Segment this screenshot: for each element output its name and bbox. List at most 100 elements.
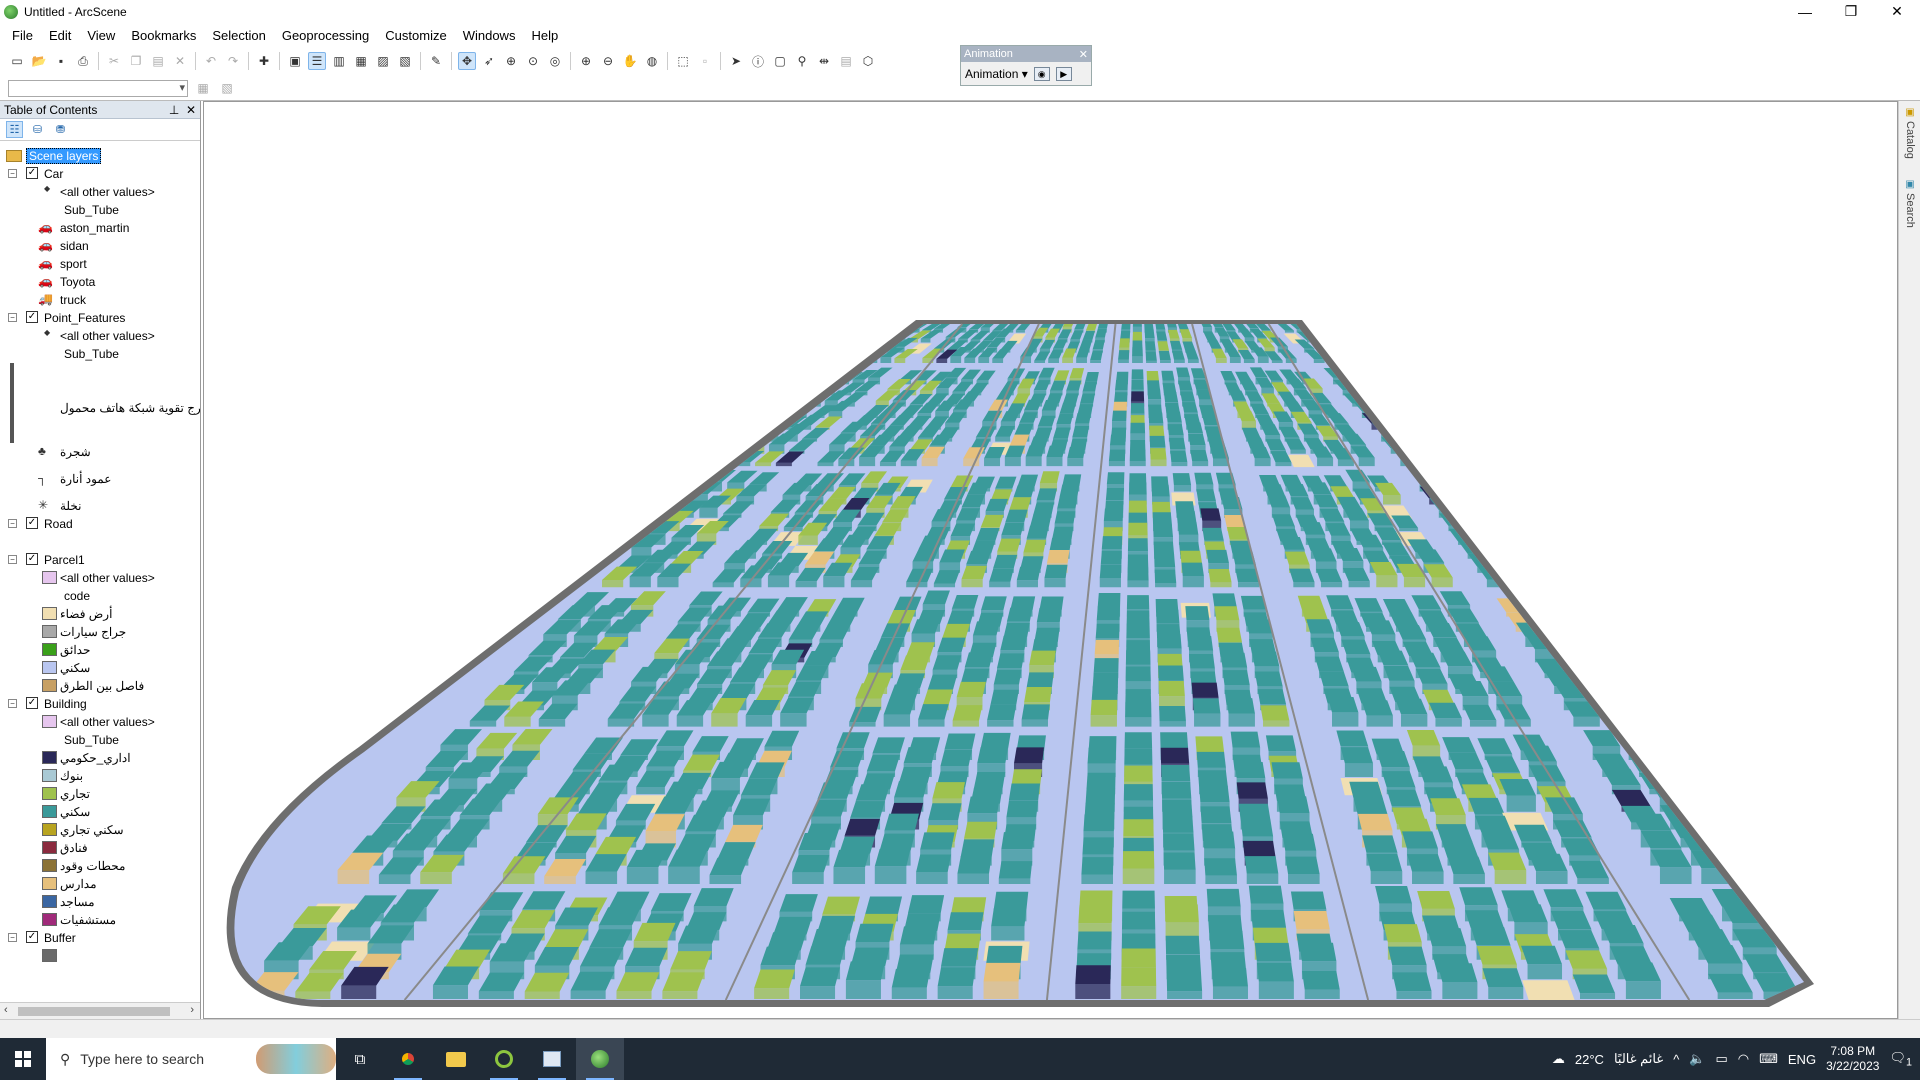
language-indicator[interactable]: ENG bbox=[1788, 1052, 1816, 1067]
legend-label[interactable]: جراج سيارات bbox=[60, 623, 126, 640]
toc-close-icon[interactable]: ✕ bbox=[186, 103, 196, 117]
scene-properties-icon[interactable]: ▣ bbox=[286, 52, 304, 70]
task-view-icon[interactable]: ⧉ bbox=[336, 1038, 384, 1080]
copy-icon[interactable]: ❐ bbox=[127, 52, 145, 70]
menu-file[interactable]: File bbox=[4, 28, 41, 43]
legend-label[interactable]: سكني bbox=[60, 659, 90, 676]
minimize-button[interactable]: — bbox=[1782, 0, 1828, 23]
legend-label[interactable]: <all other values> bbox=[60, 183, 155, 200]
legend-label[interactable]: أرض فضاء bbox=[60, 605, 112, 622]
legend-swatch[interactable] bbox=[42, 769, 57, 782]
legend-swatch[interactable] bbox=[42, 661, 57, 674]
show-hidden-icons-icon[interactable]: ^ bbox=[1673, 1052, 1679, 1067]
html-popup-icon[interactable]: ▢ bbox=[771, 52, 789, 70]
scroll-left-icon[interactable]: ‹ bbox=[4, 1004, 8, 1016]
menu-customize[interactable]: Customize bbox=[377, 28, 454, 43]
open-folder-icon[interactable]: 📂 bbox=[30, 52, 48, 70]
legend-label[interactable]: محطات وقود bbox=[60, 857, 125, 874]
legend-label[interactable]: مستشفيات bbox=[60, 911, 116, 928]
legend-label[interactable]: اداري_حكومي bbox=[60, 749, 131, 766]
menu-selection[interactable]: Selection bbox=[204, 28, 273, 43]
legend-swatch[interactable] bbox=[42, 841, 57, 854]
volume-icon[interactable]: 🔈 bbox=[1689, 1051, 1705, 1067]
arcscene-taskbar-icon[interactable] bbox=[576, 1038, 624, 1080]
legend-swatch[interactable] bbox=[42, 805, 57, 818]
find-icon[interactable]: ⚲ bbox=[793, 52, 811, 70]
legend-swatch[interactable] bbox=[42, 823, 57, 836]
arcmap-icon[interactable] bbox=[528, 1038, 576, 1080]
legend-swatch[interactable] bbox=[42, 859, 57, 872]
legend-label[interactable]: سكني تجاري bbox=[60, 821, 124, 838]
set-observer-icon[interactable]: ◎ bbox=[546, 52, 564, 70]
legend-label[interactable]: truck bbox=[60, 291, 86, 308]
toc-horizontal-scrollbar[interactable]: ‹ › bbox=[0, 1002, 200, 1019]
list-by-visibility-icon[interactable]: ⛃ bbox=[52, 121, 69, 138]
pin-icon[interactable]: ⊥ bbox=[169, 103, 179, 117]
zoom-to-target-icon[interactable]: ⊙ bbox=[524, 52, 542, 70]
target-center-icon[interactable]: ⊕ bbox=[502, 52, 520, 70]
legend-label[interactable]: فاصل بين الطرق bbox=[60, 677, 144, 694]
wifi-icon[interactable]: ◠ bbox=[1738, 1051, 1749, 1067]
weather-temp[interactable]: 22°C bbox=[1575, 1052, 1604, 1067]
legend-swatch[interactable] bbox=[42, 787, 57, 800]
animation-close-icon[interactable]: ✕ bbox=[1079, 48, 1091, 61]
layer-name[interactable]: Buffer bbox=[44, 929, 76, 946]
animation-toolbar-header[interactable]: Animation ✕ bbox=[961, 46, 1091, 62]
scene-layers-root[interactable]: Scene layers bbox=[6, 147, 102, 164]
layer-name[interactable]: Road bbox=[44, 515, 73, 532]
search-window-icon[interactable]: ▦ bbox=[352, 52, 370, 70]
save-icon[interactable]: ▪ bbox=[52, 52, 70, 70]
layer-visibility-checkbox[interactable]: ✓ bbox=[26, 167, 38, 179]
python-window-icon[interactable]: ▧ bbox=[396, 52, 414, 70]
scroll-thumb[interactable] bbox=[18, 1007, 170, 1016]
search-tab[interactable]: ▣ Search bbox=[1901, 179, 1919, 228]
legend-label[interactable]: <all other values> bbox=[60, 327, 155, 344]
legend-label[interactable]: Toyota bbox=[60, 273, 95, 290]
menu-edit[interactable]: Edit bbox=[41, 28, 79, 43]
add-data-icon[interactable]: ✚ bbox=[255, 52, 273, 70]
legend-label[interactable]: مساجد bbox=[60, 893, 95, 910]
layer-visibility-checkbox[interactable]: ✓ bbox=[26, 931, 38, 943]
close-button[interactable]: ✕ bbox=[1874, 0, 1920, 23]
toolbar-option2-icon[interactable]: ▧ bbox=[218, 79, 236, 97]
layer-visibility-checkbox[interactable]: ✓ bbox=[26, 517, 38, 529]
layer-collapse-toggle[interactable]: − bbox=[8, 313, 17, 322]
fly-tool-icon[interactable]: ➶ bbox=[480, 52, 498, 70]
layer-name[interactable]: Car bbox=[44, 165, 63, 182]
list-by-source-icon[interactable]: ⛁ bbox=[29, 121, 46, 138]
legend-swatch[interactable] bbox=[42, 625, 57, 638]
list-by-drawing-order-icon[interactable]: ☷ bbox=[6, 121, 23, 138]
measure-icon[interactable]: ⇹ bbox=[815, 52, 833, 70]
capture-view-icon[interactable]: ◉ bbox=[1033, 67, 1050, 81]
select-elements-icon[interactable]: ➤ bbox=[727, 52, 745, 70]
navigate-tool-icon[interactable]: ✥ bbox=[458, 52, 476, 70]
taskbar-search-box[interactable]: ⚲ Type here to search bbox=[46, 1038, 336, 1080]
3d-effects-icon[interactable]: ⬡ bbox=[859, 52, 877, 70]
legend-label[interactable]: سكني bbox=[60, 803, 90, 820]
legend-swatch[interactable] bbox=[42, 877, 57, 890]
editor-menu-icon[interactable]: ✎ bbox=[427, 52, 445, 70]
menu-geoprocessing[interactable]: Geoprocessing bbox=[274, 28, 377, 43]
menu-view[interactable]: View bbox=[79, 28, 123, 43]
layer-visibility-checkbox[interactable]: ✓ bbox=[26, 311, 38, 323]
clock[interactable]: 7:08 PM 3/22/2023 bbox=[1826, 1044, 1879, 1074]
layer-collapse-toggle[interactable]: − bbox=[8, 555, 17, 564]
legend-label[interactable]: شجرة bbox=[60, 443, 91, 460]
notification-icon[interactable]: 🗨1 bbox=[1889, 1050, 1912, 1069]
paste-icon[interactable]: ▤ bbox=[149, 52, 167, 70]
animation-dropdown[interactable]: Animation ▾ bbox=[965, 67, 1028, 81]
scene-viewer[interactable] bbox=[203, 101, 1898, 1019]
zoom-in-icon[interactable]: ⊕ bbox=[577, 52, 595, 70]
chrome-icon[interactable] bbox=[384, 1038, 432, 1080]
weather-icon[interactable]: ☁ bbox=[1552, 1051, 1565, 1067]
legend-swatch[interactable] bbox=[42, 751, 57, 764]
legend-swatch[interactable] bbox=[42, 679, 57, 692]
legend-label[interactable]: مدارس bbox=[60, 875, 97, 892]
legend-label[interactable]: aston_martin bbox=[60, 219, 129, 236]
layer-name[interactable]: Point_Features bbox=[44, 309, 125, 326]
layer-collapse-toggle[interactable]: − bbox=[8, 519, 17, 528]
legend-swatch[interactable] bbox=[42, 949, 57, 962]
time-slider-icon[interactable]: ▤ bbox=[837, 52, 855, 70]
select-features-icon[interactable]: ⬚ bbox=[674, 52, 692, 70]
legend-label[interactable]: برج تقوية شبكة هاتف محمول bbox=[60, 399, 200, 416]
